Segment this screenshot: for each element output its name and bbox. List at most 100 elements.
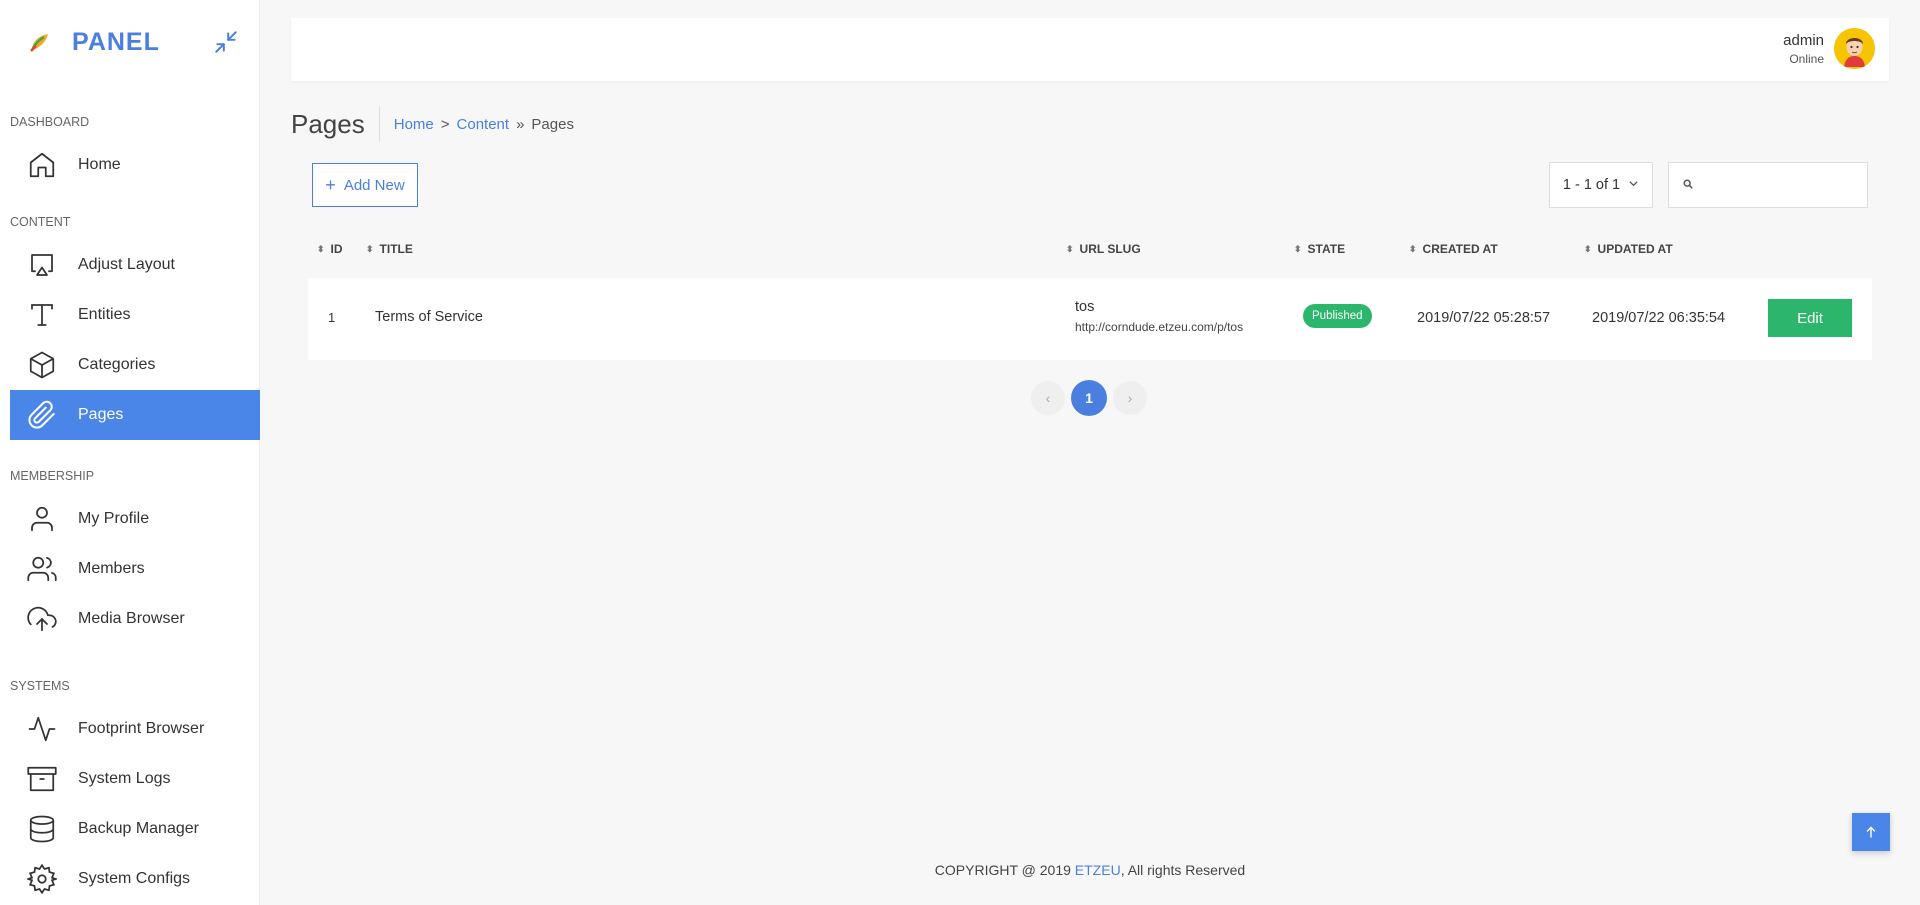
footer-rights: , All rights Reserved bbox=[1120, 862, 1246, 878]
sidebar-section-membership: MEMBERSHIP My Profile Members Media Brow… bbox=[0, 466, 259, 644]
plus-icon: + bbox=[325, 175, 336, 195]
footer-copyright: COPYRIGHT @ 2019 bbox=[934, 862, 1075, 878]
add-new-button[interactable]: + Add New bbox=[312, 163, 418, 207]
column-header-created-at[interactable]: ⬍ CREATED AT bbox=[1409, 242, 1498, 256]
sidebar-item-footprint-browser[interactable]: Footprint Browser bbox=[10, 704, 260, 754]
sidebar-item-system-logs[interactable]: System Logs bbox=[10, 754, 260, 804]
user-menu[interactable]: admin Online bbox=[1783, 28, 1875, 69]
column-label: CREATED AT bbox=[1422, 242, 1498, 256]
type-icon bbox=[26, 299, 58, 331]
arrow-up-icon bbox=[1866, 826, 1876, 838]
cell-created-at: 2019/07/22 05:28:57 bbox=[1417, 310, 1551, 326]
sort-icon: ⬍ bbox=[366, 243, 374, 254]
sidebar-item-my-profile[interactable]: My Profile bbox=[10, 494, 260, 544]
sidebar-item-label: Media Browser bbox=[78, 610, 185, 627]
breadcrumb-separator: » bbox=[516, 115, 525, 133]
table-row: 1 Terms of Service tos http://corndude.e… bbox=[308, 278, 1872, 360]
sidebar-item-pages[interactable]: Pages bbox=[10, 390, 260, 440]
page-range-value: 1 - 1 of 1 bbox=[1562, 177, 1621, 193]
sidebar-item-label: Home bbox=[78, 156, 121, 173]
breadcrumb-content-link[interactable]: Content bbox=[457, 116, 510, 133]
scroll-to-top-button[interactable] bbox=[1852, 813, 1890, 851]
page-title: Pages bbox=[291, 106, 380, 142]
section-title: MEMBERSHIP bbox=[10, 469, 95, 483]
sidebar-item-backup-manager[interactable]: Backup Manager bbox=[10, 804, 260, 854]
cell-title: Terms of Service bbox=[375, 309, 483, 325]
sidebar-item-media-browser[interactable]: Media Browser bbox=[10, 594, 260, 644]
page-range-select[interactable]: 1 - 1 of 1 bbox=[1549, 162, 1653, 208]
sort-icon: ⬍ bbox=[1294, 243, 1302, 254]
sidebar-item-label: System Logs bbox=[78, 770, 171, 787]
slug-url[interactable]: http://corndude.etzeu.com/p/tos bbox=[1075, 320, 1243, 334]
column-label: UPDATED AT bbox=[1597, 242, 1673, 256]
minimize-icon bbox=[215, 31, 237, 53]
page-1-button[interactable]: 1 bbox=[1071, 380, 1107, 416]
chevron-down-icon bbox=[1628, 178, 1639, 192]
sidebar-item-adjust-layout[interactable]: Adjust Layout bbox=[10, 240, 260, 290]
sidebar-item-label: Footprint Browser bbox=[78, 720, 205, 737]
home-icon bbox=[26, 149, 58, 181]
cell-url-slug: tos http://corndude.etzeu.com/p/tos bbox=[1075, 299, 1243, 334]
brand-name: PANEL bbox=[72, 27, 160, 56]
section-title: CONTENT bbox=[10, 215, 71, 229]
search-input[interactable] bbox=[1701, 177, 1882, 193]
leaf-logo-icon bbox=[30, 34, 48, 52]
user-name: admin bbox=[1783, 31, 1824, 49]
sidebar-item-label: Pages bbox=[78, 406, 124, 423]
breadcrumb: Home > Content » Pages bbox=[380, 116, 574, 133]
column-header-state[interactable]: ⬍ STATE bbox=[1294, 242, 1345, 256]
prev-page-button[interactable]: ‹ bbox=[1031, 381, 1065, 415]
column-header-url-slug[interactable]: ⬍ URL SLUG bbox=[1066, 242, 1141, 256]
sidebar-item-home[interactable]: Home bbox=[10, 140, 260, 190]
sidebar-section-content: CONTENT Adjust Layout Entities Categorie… bbox=[0, 212, 260, 440]
user-icon bbox=[26, 503, 58, 535]
column-header-title[interactable]: ⬍ TITLE bbox=[366, 242, 413, 256]
footer: COPYRIGHT @ 2019 ETZEU, All rights Reser… bbox=[260, 862, 1920, 878]
search-box bbox=[1668, 162, 1882, 208]
breadcrumb-home-link[interactable]: Home bbox=[394, 116, 434, 133]
page-header: Pages Home > Content » Pages bbox=[291, 106, 574, 142]
column-header-updated-at[interactable]: ⬍ UPDATED AT bbox=[1584, 242, 1673, 256]
sort-icon: ⬍ bbox=[1409, 243, 1417, 254]
edit-button[interactable]: Edit bbox=[1768, 299, 1852, 337]
sidebar-item-label: My Profile bbox=[78, 510, 150, 527]
users-icon bbox=[26, 553, 58, 585]
column-label: ID bbox=[330, 242, 343, 256]
sidebar-item-label: Adjust Layout bbox=[78, 256, 175, 273]
avatar[interactable] bbox=[1834, 28, 1875, 69]
column-label: TITLE bbox=[379, 242, 413, 256]
sidebar-item-categories[interactable]: Categories bbox=[10, 340, 260, 390]
status-badge: Published bbox=[1303, 304, 1372, 328]
cell-id: 1 bbox=[328, 310, 336, 325]
sidebar-item-label: System Configs bbox=[78, 870, 191, 887]
sidebar-item-label: Members bbox=[78, 560, 145, 577]
sidebar-section-systems: SYSTEMS Footprint Browser System Logs Ba… bbox=[0, 676, 259, 904]
pagination: ‹ 1 › bbox=[1031, 380, 1153, 416]
next-page-button[interactable]: › bbox=[1113, 381, 1147, 415]
monitor-icon bbox=[26, 249, 58, 281]
sort-icon: ⬍ bbox=[317, 243, 325, 254]
box-icon bbox=[26, 349, 58, 381]
sort-icon: ⬍ bbox=[1584, 243, 1592, 254]
section-title: SYSTEMS bbox=[10, 679, 70, 693]
sidebar-item-label: Backup Manager bbox=[78, 820, 199, 837]
topbar: admin Online bbox=[291, 18, 1889, 81]
column-header-id[interactable]: ⬍ ID bbox=[317, 242, 343, 256]
brand: PANEL bbox=[0, 0, 259, 84]
table-header: ⬍ ID ⬍ TITLE ⬍ URL SLUG ⬍ STATE ⬍ CREATE… bbox=[308, 238, 1872, 264]
user-info: admin Online bbox=[1783, 32, 1824, 66]
sidebar-item-label: Entities bbox=[78, 306, 131, 323]
section-title: DASHBOARD bbox=[10, 115, 90, 129]
slug-value: tos bbox=[1075, 299, 1095, 315]
database-icon bbox=[26, 813, 58, 845]
column-label: STATE bbox=[1307, 242, 1346, 256]
sidebar-item-entities[interactable]: Entities bbox=[10, 290, 260, 340]
sidebar-item-members[interactable]: Members bbox=[10, 544, 260, 594]
sidebar-item-system-configs[interactable]: System Configs bbox=[10, 854, 260, 904]
breadcrumb-separator: > bbox=[440, 115, 450, 133]
sidebar-section-dashboard: DASHBOARD Home bbox=[0, 112, 259, 190]
footer-brand-link[interactable]: ETZEU bbox=[1075, 862, 1121, 878]
sidebar-item-label: Categories bbox=[78, 356, 156, 373]
archive-icon bbox=[26, 763, 58, 795]
collapse-sidebar-button[interactable] bbox=[210, 26, 242, 58]
